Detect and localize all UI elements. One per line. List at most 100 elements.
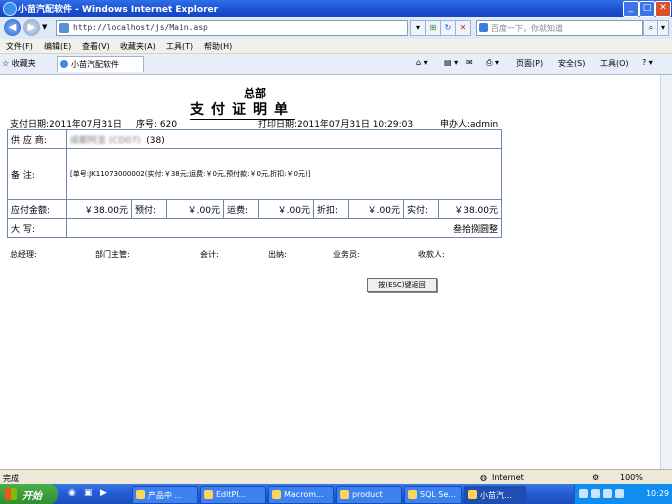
capital-value: 叁拾捌圆整 [66,218,502,238]
menu-tools[interactable]: 工具(T) [166,41,193,52]
task-icon [136,490,145,499]
tools-menu-button[interactable]: 工具(O) [600,58,629,69]
freight-value: ￥.00元 [258,199,314,219]
system-tray: 10:29 [574,484,672,504]
capital-label: 大 写: [7,218,67,238]
taskbar: 开始 ◉ ▣ ▶ 产品中 ... EditPl... Macrom... pro… [0,484,672,504]
tab-page-icon [60,60,68,68]
task-products[interactable]: 产品中 ... [132,486,198,504]
task-editplus[interactable]: EditPl... [200,486,266,504]
task-sql-server[interactable]: SQL Se... [404,486,462,504]
favorites-button[interactable]: ☆ 收藏夹 [2,58,36,69]
maximize-button[interactable]: □ [639,1,655,17]
refresh-icon[interactable]: ↻ [440,20,456,36]
close-button[interactable]: ✕ [655,1,671,17]
address-url: http://localhost/js/Main.asp [73,23,208,32]
tray-volume-icon[interactable] [591,489,600,498]
baidu-icon [479,23,488,32]
signer-cashier: 出纳: [268,250,287,259]
remark-label: 备 注: [7,148,67,200]
favorites-label: 收藏夹 [11,59,36,68]
clock: 10:29 [645,489,669,498]
zoom-level[interactable]: 100% [620,473,643,482]
back-button[interactable]: ◀ [4,19,21,36]
menu-bar: 文件(F) 编辑(E) 查看(V) 收藏夹(A) 工具(T) 帮助(H) [0,39,672,54]
supplier-count: (38) [146,135,165,146]
tab-bar: ☆ 收藏夹 小苗汽配软件 ⌂ ▾ ▤ ▾ ✉ ⎙ ▾ 页面(P) 安全(S) 工… [0,54,672,75]
read-mail-icon[interactable]: ✉ [466,58,473,67]
amount-label: 应付金额: [7,199,67,219]
supplier-value: 成都阿龙 (CD07) [70,135,141,146]
prepay-value: ￥.00元 [166,199,224,219]
start-button[interactable]: 开始 [0,484,58,504]
amount-value: ￥38.00元 [66,199,132,219]
menu-edit[interactable]: 编辑(E) [44,41,71,52]
tab-title: 小苗汽配软件 [71,60,119,69]
signer-general-manager: 总经理: [10,250,37,259]
status-bar: 完成 ◍ Internet ⚙ 100% [0,469,672,485]
task-label: Macrom... [284,490,324,499]
address-toolbar: ◀ ▶ ▼ http://localhost/js/Main.asp ▾ ⊞ ↻… [0,17,672,40]
quicklaunch-desktop-icon[interactable]: ▣ [84,488,93,498]
security-zone: Internet [492,473,524,482]
vertical-scrollbar[interactable] [660,75,672,469]
title-bar: 小苗汽配软件 - Windows Internet Explorer _ □ ✕ [0,0,672,17]
task-label: 产品中 ... [148,491,183,500]
table-row: 应付金额: ￥38.00元 预付: ￥.00元 运费: ￥.00元 折扣: ￥.… [7,199,502,219]
menu-view[interactable]: 查看(V) [82,41,110,52]
supplier-label: 供 应 商: [7,129,67,149]
compat-view-icon[interactable]: ⊞ [425,20,441,36]
forward-button[interactable]: ▶ [23,19,40,36]
ie-logo-icon [468,490,477,499]
signer-payee: 收款人: [418,250,445,259]
ie-logo-icon [3,2,17,16]
page-content: 总部 支付证明单 支付日期:2011年07月31日 序号: 620 打印日期:2… [0,75,672,469]
window-title: 小苗汽配软件 - Windows Internet Explorer [18,5,219,15]
safety-menu-button[interactable]: 安全(S) [558,58,585,69]
prepay-label: 预付: [131,199,167,219]
page-menu-button[interactable]: 页面(P) [516,58,543,69]
task-ie-current[interactable]: 小苗汽... [464,486,526,504]
stop-icon[interactable]: ✕ [455,20,471,36]
menu-help[interactable]: 帮助(H) [204,41,232,52]
signer-accountant: 会计: [200,250,219,259]
history-dropdown-icon[interactable]: ▼ [42,23,47,31]
print-icon[interactable]: ⎙ ▾ [486,58,499,68]
minimize-button[interactable]: _ [623,1,639,17]
web-search-input[interactable]: 百度一下，你就知道 [476,20,643,36]
menu-file[interactable]: 文件(F) [6,41,33,52]
table-row: 大 写: 叁拾捌圆整 [7,218,502,238]
task-macromedia[interactable]: Macrom... [268,486,334,504]
feeds-icon[interactable]: ▤ ▾ [444,58,458,67]
help-icon[interactable]: ? ▾ [642,58,653,67]
quicklaunch-ie-icon[interactable]: ◉ [68,488,76,498]
home-icon[interactable]: ⌂ ▾ [416,58,428,67]
protected-mode-icon[interactable]: ⚙ [592,473,599,482]
table-row: 供 应 商: 成都阿龙 (CD07) (38) [7,129,502,149]
task-icon [204,490,213,499]
paid-label: 实付: [403,199,439,219]
task-product-folder[interactable]: product [336,486,402,504]
tab-current[interactable]: 小苗汽配软件 [57,56,144,72]
task-icon [272,490,281,499]
search-options-icon[interactable]: ▾ [657,20,669,36]
esc-return-button[interactable]: 按(ESC)键返回 [367,278,437,292]
start-label: 开始 [22,491,42,502]
task-label: product [352,490,383,499]
signer-salesperson: 业务员: [333,250,360,259]
paid-value: ￥38.00元 [438,199,502,219]
tray-ime-icon[interactable] [603,489,612,498]
menu-favorites[interactable]: 收藏夹(A) [120,41,156,52]
table-row: 备 注: [单号:JK11073000002(实付:￥38元;运费:￥0元,预付… [7,148,502,200]
address-dropdown-icon[interactable]: ▾ [410,20,426,36]
tray-network-icon[interactable] [579,489,588,498]
address-input[interactable]: http://localhost/js/Main.asp [56,20,408,36]
status-text: 完成 [3,474,19,483]
tray-security-icon[interactable] [615,489,624,498]
remark-value: [单号:JK11073000002(实付:￥38元;运费:￥0元,预付款:￥0元… [66,148,502,200]
task-label: 小苗汽... [480,491,512,500]
quicklaunch-media-icon[interactable]: ▶ [100,488,107,498]
supplier-cell: 成都阿龙 (CD07) (38) [66,129,502,149]
task-label: SQL Se... [420,490,457,499]
discount-value: ￥.00元 [348,199,404,219]
